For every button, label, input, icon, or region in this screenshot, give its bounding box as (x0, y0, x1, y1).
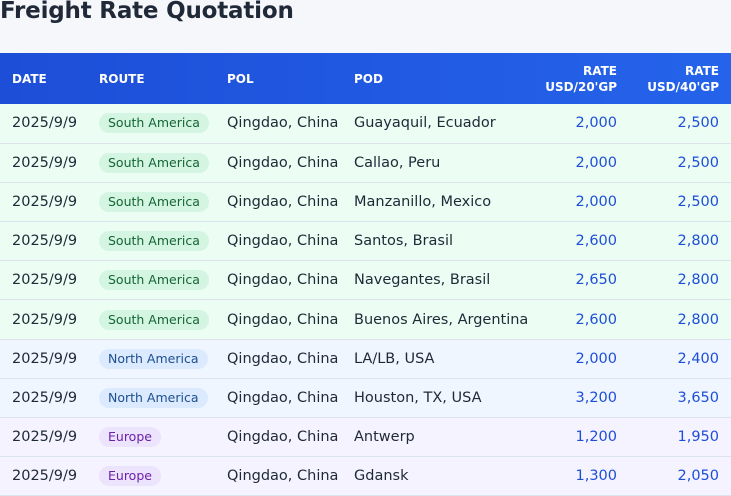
cell-route: Europe (87, 418, 215, 457)
table-row: 2025/9/9 Europe Qingdao, China Gdansk 1,… (0, 456, 731, 496)
cell-date: 2025/9/9 (12, 389, 78, 406)
column-header-pol[interactable]: POL (215, 53, 342, 104)
table-row: 2025/9/9 South America Qingdao, China Na… (0, 260, 731, 300)
cell-rate-40gp: 1,950 (677, 429, 719, 446)
route-badge: South America (99, 113, 209, 134)
route-badge: South America (99, 231, 209, 252)
column-header-pod[interactable]: POD (342, 53, 530, 104)
table-row: 2025/9/9 South America Qingdao, China Sa… (0, 221, 731, 261)
column-header-rate-40gp-line2: USD/40'GP (647, 79, 719, 94)
table-row: 2025/9/9 North America Qingdao, China Ho… (0, 378, 731, 418)
cell-rate-20gp: 2,600 (575, 233, 617, 250)
cell-pol: Qingdao, China (227, 233, 339, 250)
cell-rate-20gp: 3,200 (575, 389, 617, 406)
cell-rate-40gp: 2,800 (677, 272, 719, 289)
cell-route: North America (87, 378, 215, 417)
cell-rate-20gp: 2,650 (575, 272, 617, 289)
cell-route: Europe (87, 457, 215, 496)
cell-date: 2025/9/9 (12, 193, 78, 210)
cell-pol: Qingdao, China (227, 311, 339, 328)
cell-pod: Callao, Peru (354, 154, 441, 171)
cell-rate-40gp: 2,500 (677, 154, 719, 171)
cell-pol: Qingdao, China (227, 429, 339, 446)
cell-pod: Houston, TX, USA (354, 389, 482, 406)
cell-pol: Qingdao, China (227, 193, 339, 210)
cell-route: South America (87, 222, 215, 261)
cell-pol: Qingdao, China (227, 154, 339, 171)
cell-rate-40gp: 2,800 (677, 311, 719, 328)
page-title: Freight Rate Quotation (0, 0, 294, 24)
cell-route: South America (87, 261, 215, 300)
cell-rate-20gp: 1,200 (575, 429, 617, 446)
cell-route: South America (87, 300, 215, 339)
route-badge: Europe (99, 466, 161, 487)
cell-date: 2025/9/9 (12, 154, 78, 171)
table-header-row: DATE ROUTE POL POD RATE USD/20'GP RATE U… (0, 53, 731, 104)
rate-table: DATE ROUTE POL POD RATE USD/20'GP RATE U… (0, 53, 731, 496)
rate-table-container: DATE ROUTE POL POD RATE USD/20'GP RATE U… (0, 53, 731, 496)
cell-rate-40gp: 2,500 (677, 115, 719, 132)
cell-rate-20gp: 2,600 (575, 311, 617, 328)
table-row: 2025/9/9 Europe Qingdao, China Antwerp 1… (0, 417, 731, 457)
cell-rate-40gp: 3,650 (677, 389, 719, 406)
route-badge: South America (99, 270, 209, 291)
cell-pod: Guayaquil, Ecuador (354, 115, 496, 132)
table-row: 2025/9/9 South America Qingdao, China Bu… (0, 299, 731, 340)
cell-rate-40gp: 2,400 (677, 350, 719, 367)
cell-pod: LA/LB, USA (354, 350, 435, 367)
cell-route: South America (87, 182, 215, 221)
column-header-route[interactable]: ROUTE (87, 53, 215, 104)
cell-date: 2025/9/9 (12, 115, 78, 132)
page: Freight Rate Quotation DATE ROUTE POL PO… (0, 0, 731, 496)
route-badge: North America (99, 387, 208, 408)
cell-pod: Buenos Aires, Argentina (354, 311, 529, 328)
table-row: 2025/9/9 South America Qingdao, China Gu… (0, 104, 731, 144)
cell-date: 2025/9/9 (12, 233, 78, 250)
column-header-rate-20gp[interactable]: RATE USD/20'GP (530, 53, 629, 104)
table-row: 2025/9/9 North America Qingdao, China LA… (0, 339, 731, 379)
cell-route: South America (87, 143, 215, 182)
column-header-rate-40gp-line1: RATE (685, 63, 719, 78)
cell-date: 2025/9/9 (12, 468, 78, 485)
route-badge: South America (99, 309, 209, 330)
cell-date: 2025/9/9 (12, 272, 78, 289)
cell-rate-40gp: 2,800 (677, 233, 719, 250)
cell-rate-40gp: 2,050 (677, 468, 719, 485)
column-header-date[interactable]: DATE (0, 53, 87, 104)
cell-date: 2025/9/9 (12, 311, 78, 328)
cell-rate-20gp: 1,300 (575, 468, 617, 485)
table-row: 2025/9/9 South America Qingdao, China Ca… (0, 143, 731, 183)
route-badge: South America (99, 191, 209, 212)
column-header-rate-40gp[interactable]: RATE USD/40'GP (629, 53, 731, 104)
route-badge: North America (99, 348, 208, 369)
cell-date: 2025/9/9 (12, 350, 78, 367)
cell-pol: Qingdao, China (227, 468, 339, 485)
cell-route: North America (87, 339, 215, 378)
column-header-rate-20gp-line1: RATE (583, 63, 617, 78)
cell-rate-20gp: 2,000 (575, 154, 617, 171)
cell-date: 2025/9/9 (12, 429, 78, 446)
cell-pod: Manzanillo, Mexico (354, 193, 492, 210)
cell-pod: Santos, Brasil (354, 233, 454, 250)
cell-rate-20gp: 2,000 (575, 115, 617, 132)
cell-pod: Gdansk (354, 468, 409, 485)
column-header-rate-20gp-line2: USD/20'GP (545, 79, 617, 94)
route-badge: Europe (99, 427, 161, 448)
cell-rate-20gp: 2,000 (575, 350, 617, 367)
table-row: 2025/9/9 South America Qingdao, China Ma… (0, 182, 731, 222)
cell-pod: Antwerp (354, 429, 415, 446)
cell-pol: Qingdao, China (227, 350, 339, 367)
cell-pod: Navegantes, Brasil (354, 272, 491, 289)
cell-rate-40gp: 2,500 (677, 193, 719, 210)
cell-route: South America (87, 104, 215, 143)
cell-pol: Qingdao, China (227, 272, 339, 289)
cell-pol: Qingdao, China (227, 115, 339, 132)
cell-pol: Qingdao, China (227, 389, 339, 406)
cell-rate-20gp: 2,000 (575, 193, 617, 210)
route-badge: South America (99, 152, 209, 173)
